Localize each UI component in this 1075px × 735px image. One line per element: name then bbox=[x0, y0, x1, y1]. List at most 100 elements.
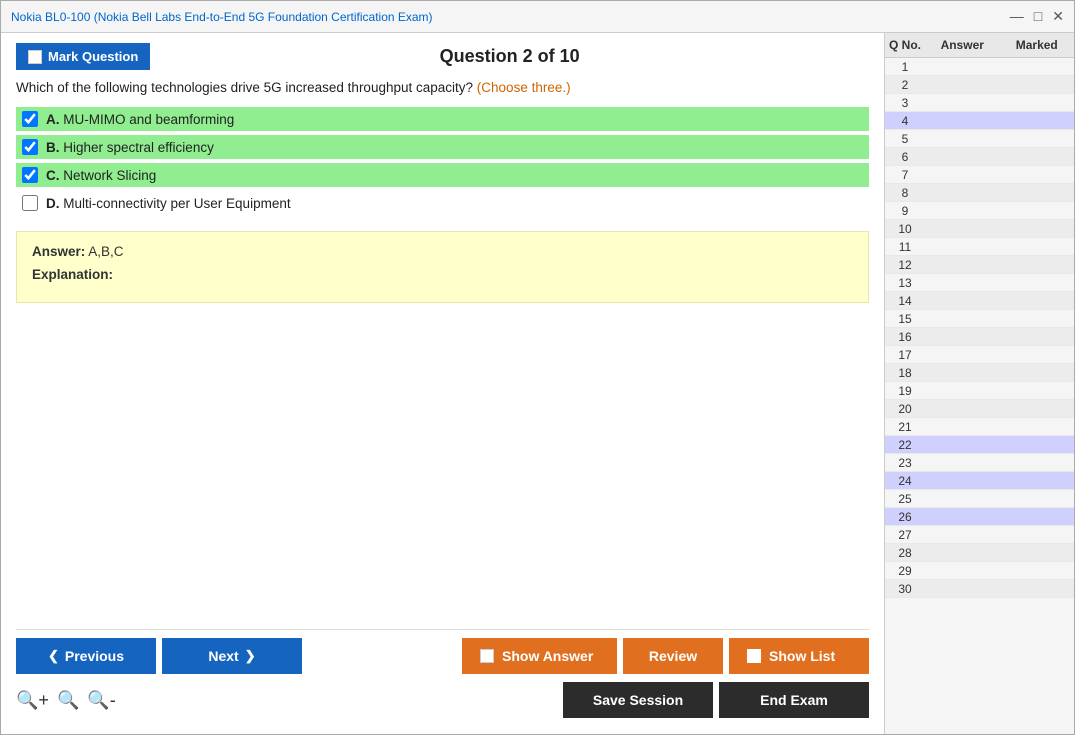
sidebar-cell-num: 23 bbox=[885, 456, 925, 470]
answer-item-b[interactable]: B. Higher spectral efficiency bbox=[16, 135, 869, 159]
sidebar-cell-num: 27 bbox=[885, 528, 925, 542]
sidebar-row[interactable]: 29 bbox=[885, 562, 1074, 580]
minimize-icon[interactable]: — bbox=[1010, 8, 1024, 25]
review-button[interactable]: Review bbox=[623, 638, 723, 674]
previous-arrow-icon: ❮ bbox=[48, 648, 59, 664]
sidebar-row[interactable]: 27 bbox=[885, 526, 1074, 544]
zoom-controls: 🔍+ 🔍 🔍- bbox=[16, 690, 116, 711]
answer-text-a: A. MU-MIMO and beamforming bbox=[46, 112, 234, 127]
answer-label: Answer: bbox=[32, 244, 85, 259]
sidebar-row[interactable]: 16 bbox=[885, 328, 1074, 346]
sidebar-row[interactable]: 25 bbox=[885, 490, 1074, 508]
sidebar-row[interactable]: 14 bbox=[885, 292, 1074, 310]
close-icon[interactable]: ✕ bbox=[1052, 8, 1064, 25]
title-bar: Nokia BL0-100 (Nokia Bell Labs End-to-En… bbox=[1, 1, 1074, 33]
sidebar-cell-num: 22 bbox=[885, 438, 925, 452]
sidebar-row[interactable]: 30 bbox=[885, 580, 1074, 598]
sidebar-cell-num: 28 bbox=[885, 546, 925, 560]
session-buttons: Save Session End Exam bbox=[563, 682, 869, 718]
sidebar-row[interactable]: 22 bbox=[885, 436, 1074, 454]
answer-text-d: D. Multi-connectivity per User Equipment bbox=[46, 196, 291, 211]
maximize-icon[interactable]: □ bbox=[1034, 8, 1042, 25]
sidebar-row[interactable]: 17 bbox=[885, 346, 1074, 364]
review-label: Review bbox=[649, 648, 697, 664]
sidebar-row[interactable]: 26 bbox=[885, 508, 1074, 526]
sidebar-row[interactable]: 18 bbox=[885, 364, 1074, 382]
sidebar-row[interactable]: 9 bbox=[885, 202, 1074, 220]
zoom-in-icon[interactable]: 🔍+ bbox=[16, 690, 49, 711]
show-list-icon: ☑ bbox=[747, 649, 761, 663]
sidebar: Q No. Answer Marked 1 2 3 4 5 6 7 bbox=[884, 33, 1074, 734]
answer-checkbox-b[interactable] bbox=[22, 139, 38, 155]
sidebar-cell-num: 11 bbox=[885, 240, 925, 254]
sidebar-cell-num: 26 bbox=[885, 510, 925, 524]
sidebar-cell-num: 5 bbox=[885, 132, 925, 146]
sidebar-cell-num: 7 bbox=[885, 168, 925, 182]
question-title: Question 2 of 10 bbox=[150, 46, 869, 67]
sidebar-row[interactable]: 1 bbox=[885, 58, 1074, 76]
sidebar-cell-num: 19 bbox=[885, 384, 925, 398]
sidebar-row[interactable]: 5 bbox=[885, 130, 1074, 148]
sidebar-cell-num: 4 bbox=[885, 114, 925, 128]
answer-checkbox-c[interactable] bbox=[22, 167, 38, 183]
answer-value: A,B,C bbox=[88, 244, 123, 259]
answer-item-d[interactable]: D. Multi-connectivity per User Equipment bbox=[16, 191, 869, 215]
sidebar-list[interactable]: 1 2 3 4 5 6 7 8 9 10 11 bbox=[885, 58, 1074, 734]
sidebar-row[interactable]: 12 bbox=[885, 256, 1074, 274]
sidebar-row[interactable]: 2 bbox=[885, 76, 1074, 94]
sidebar-cell-num: 15 bbox=[885, 312, 925, 326]
sidebar-row[interactable]: 3 bbox=[885, 94, 1074, 112]
zoom-reset-icon[interactable]: 🔍 bbox=[57, 690, 79, 711]
bottom-row2: 🔍+ 🔍 🔍- Save Session End Exam bbox=[16, 678, 869, 724]
mark-checkbox-icon bbox=[28, 50, 42, 64]
mark-question-button[interactable]: Mark Question bbox=[16, 43, 150, 70]
answer-item-c[interactable]: C. Network Slicing bbox=[16, 163, 869, 187]
sidebar-header: Q No. Answer Marked bbox=[885, 33, 1074, 58]
sidebar-cell-num: 17 bbox=[885, 348, 925, 362]
sidebar-row[interactable]: 10 bbox=[885, 220, 1074, 238]
sidebar-row[interactable]: 11 bbox=[885, 238, 1074, 256]
show-answer-icon bbox=[480, 649, 494, 663]
answer-checkbox-a[interactable] bbox=[22, 111, 38, 127]
sidebar-row[interactable]: 23 bbox=[885, 454, 1074, 472]
answer-text-c: C. Network Slicing bbox=[46, 168, 156, 183]
previous-button[interactable]: ❮ Previous bbox=[16, 638, 156, 674]
sidebar-row[interactable]: 8 bbox=[885, 184, 1074, 202]
sidebar-cell-num: 6 bbox=[885, 150, 925, 164]
sidebar-header-answer: Answer bbox=[925, 33, 1000, 57]
sidebar-row[interactable]: 24 bbox=[885, 472, 1074, 490]
sidebar-row[interactable]: 28 bbox=[885, 544, 1074, 562]
save-session-button[interactable]: Save Session bbox=[563, 682, 713, 718]
sidebar-row[interactable]: 20 bbox=[885, 400, 1074, 418]
sidebar-cell-num: 1 bbox=[885, 60, 925, 74]
sidebar-cell-num: 25 bbox=[885, 492, 925, 506]
sidebar-row[interactable]: 15 bbox=[885, 310, 1074, 328]
sidebar-row[interactable]: 6 bbox=[885, 148, 1074, 166]
choose-hint: (Choose three.) bbox=[477, 80, 571, 95]
zoom-out-icon[interactable]: 🔍- bbox=[87, 690, 115, 711]
end-exam-button[interactable]: End Exam bbox=[719, 682, 869, 718]
question-text: Which of the following technologies driv… bbox=[16, 80, 869, 95]
next-label: Next bbox=[208, 648, 238, 664]
sidebar-row[interactable]: 19 bbox=[885, 382, 1074, 400]
sidebar-row[interactable]: 4 bbox=[885, 112, 1074, 130]
sidebar-row[interactable]: 13 bbox=[885, 274, 1074, 292]
next-arrow-icon: ❯ bbox=[245, 648, 256, 664]
toolbar: Mark Question Question 2 of 10 bbox=[16, 43, 869, 70]
answers-list: A. MU-MIMO and beamforming B. Higher spe… bbox=[16, 107, 869, 219]
sidebar-cell-num: 24 bbox=[885, 474, 925, 488]
answer-text-b: B. Higher spectral efficiency bbox=[46, 140, 214, 155]
next-button[interactable]: Next ❯ bbox=[162, 638, 302, 674]
sidebar-row[interactable]: 21 bbox=[885, 418, 1074, 436]
sidebar-cell-num: 3 bbox=[885, 96, 925, 110]
mark-question-label: Mark Question bbox=[48, 49, 138, 64]
answer-item-a[interactable]: A. MU-MIMO and beamforming bbox=[16, 107, 869, 131]
sidebar-row[interactable]: 7 bbox=[885, 166, 1074, 184]
end-exam-label: End Exam bbox=[760, 692, 828, 708]
show-list-button[interactable]: ☑ Show List bbox=[729, 638, 869, 674]
answer-checkbox-d[interactable] bbox=[22, 195, 38, 211]
sidebar-cell-num: 18 bbox=[885, 366, 925, 380]
sidebar-cell-num: 20 bbox=[885, 402, 925, 416]
show-answer-button[interactable]: Show Answer bbox=[462, 638, 617, 674]
explanation-label: Explanation: bbox=[32, 267, 113, 282]
